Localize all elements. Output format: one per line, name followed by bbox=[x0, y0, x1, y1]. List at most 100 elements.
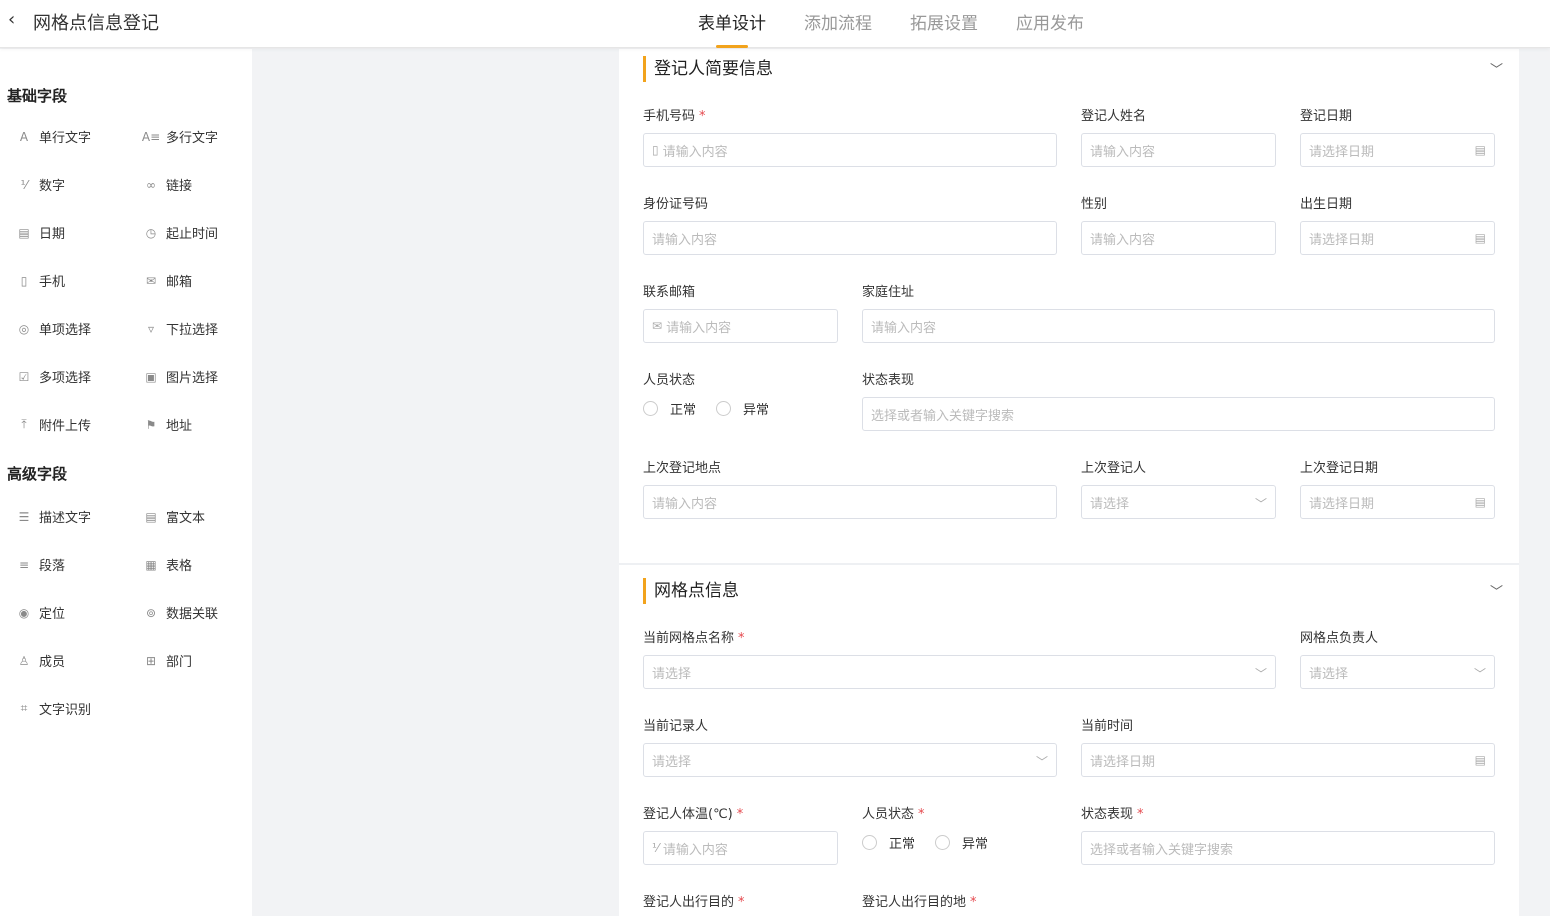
field-label-status-desc: 状态表现 bbox=[862, 373, 915, 388]
field-palette: 基础字段 A 单行文字 A≡ 多行文字 ⅟ 数字 ∞ 链接 ▤ 日期 ◷ 起止时间 ▯ 手机 … bbox=[0, 49, 252, 916]
field-label-last-date: 上次登记日期 bbox=[1300, 461, 1379, 476]
number-icon: ⅟ bbox=[20, 177, 28, 192]
chevron-down-icon: ﹀ bbox=[1254, 667, 1267, 681]
chevron-down-icon: ﹀ bbox=[1473, 667, 1486, 681]
field-item-phone[interactable]: ▯ 手机 bbox=[17, 271, 65, 291]
field-item-location[interactable]: ◉ 定位 bbox=[17, 603, 65, 623]
description-icon: ☰ bbox=[18, 509, 30, 524]
field-label-phone: 手机号码 * bbox=[643, 109, 706, 124]
recorder-select[interactable]: 请选择 ﹀ bbox=[643, 743, 1057, 777]
upload-icon: ⤒ bbox=[21, 417, 27, 431]
advanced-fields-title: 高级字段 bbox=[7, 465, 68, 483]
grid-owner-select[interactable]: 请选择 ﹀ bbox=[1300, 655, 1495, 689]
basic-fields-title: 基础字段 bbox=[7, 87, 68, 105]
field-item-number[interactable]: ⅟ 数字 bbox=[17, 175, 65, 195]
status2-radio-normal[interactable] bbox=[862, 835, 877, 850]
chevron-down-icon[interactable]: ﹀ bbox=[1490, 581, 1503, 600]
app-title: 网格点信息登记 bbox=[33, 13, 159, 34]
field-item-ocr[interactable]: ⌗ 文字识别 bbox=[17, 699, 91, 718]
image-icon: ▣ bbox=[145, 369, 157, 384]
field-label-last-place: 上次登记地点 bbox=[643, 461, 722, 476]
dropdown-icon: ▿ bbox=[147, 321, 155, 336]
gender-input[interactable]: 请输入内容 bbox=[1081, 221, 1276, 255]
field-item-checkbox[interactable]: ☑ 多项选择 bbox=[17, 367, 91, 387]
name-input[interactable]: 请输入内容 bbox=[1081, 133, 1276, 167]
location-pin-icon: ◉ bbox=[18, 605, 30, 620]
field-item-table[interactable]: ▦ 表格 bbox=[144, 555, 192, 575]
field-label-grid-name: 当前网格点名称 * bbox=[643, 631, 745, 646]
data-link-icon: ⊚ bbox=[145, 605, 157, 620]
field-label-email: 联系邮箱 bbox=[643, 285, 696, 300]
cur-time-picker[interactable]: 请选择日期 ▤ bbox=[1081, 743, 1495, 777]
field-item-description[interactable]: ☰ 描述文字 bbox=[17, 507, 91, 527]
user-icon: ♙ bbox=[18, 653, 30, 668]
field-item-link[interactable]: ∞ 链接 bbox=[144, 175, 192, 195]
field-item-address[interactable]: ⚑ 地址 bbox=[144, 415, 192, 435]
field-item-radio[interactable]: ◎ 单项选择 bbox=[17, 319, 91, 339]
field-item-rich-text[interactable]: ▤ 富文本 bbox=[144, 507, 205, 527]
field-item-date[interactable]: ▤ 日期 bbox=[17, 223, 65, 243]
status-radio-abnormal[interactable] bbox=[716, 401, 732, 416]
grid-name-select[interactable]: 请选择 ﹀ bbox=[643, 655, 1276, 689]
form-canvas: 登记人简要信息 ﹀ 手机号码 * ▯ 请输入内容 登记人姓名 请输入内容 登记日期 … bbox=[619, 49, 1519, 916]
single-line-text-icon: A bbox=[19, 129, 29, 144]
field-item-data-link[interactable]: ⊚ 数据关联 bbox=[144, 603, 218, 623]
field-item-department[interactable]: ⊞ 部门 bbox=[144, 651, 192, 671]
top-bar: ‹ 网格点信息登记 表单设计 添加流程 拓展设置 应用发布 bbox=[0, 0, 1550, 48]
org-chart-icon: ⊞ bbox=[145, 653, 157, 668]
chevron-left-icon[interactable]: ‹ bbox=[8, 9, 15, 30]
field-item-multi-line-text[interactable]: A≡ 多行文字 bbox=[141, 127, 218, 147]
field-label-recorder: 当前记录人 bbox=[643, 719, 709, 734]
email-input[interactable]: ✉ 请输入内容 bbox=[643, 309, 838, 343]
field-label-address: 家庭住址 bbox=[862, 285, 915, 300]
field-item-paragraph[interactable]: ≡ 段落 bbox=[17, 555, 65, 575]
status-radio-group: 正常 异常 bbox=[643, 399, 789, 418]
phone-input[interactable]: ▯ 请输入内容 bbox=[643, 133, 1057, 167]
reg-date-picker[interactable]: 请选择日期 ▤ bbox=[1300, 133, 1495, 167]
field-label-id-no: 身份证号码 bbox=[643, 197, 709, 212]
field-label-gender: 性别 bbox=[1081, 197, 1108, 212]
field-label-grid-owner: 网格点负责人 bbox=[1300, 631, 1379, 646]
tab-extend-settings[interactable]: 拓展设置 bbox=[910, 9, 978, 48]
field-label-temp: 登记人体温(℃) * bbox=[643, 807, 744, 822]
tab-form-design[interactable]: 表单设计 bbox=[698, 9, 766, 48]
field-label-status-desc2: 状态表现 * bbox=[1081, 807, 1144, 822]
address-input[interactable]: 请输入内容 bbox=[862, 309, 1495, 343]
field-label-cur-time: 当前时间 bbox=[1081, 719, 1134, 734]
chevron-down-icon: ﹀ bbox=[1254, 497, 1267, 511]
id-no-input[interactable]: 请输入内容 bbox=[643, 221, 1057, 255]
section-divider bbox=[619, 563, 1519, 565]
tab-add-flow[interactable]: 添加流程 bbox=[804, 9, 872, 48]
status-radio-normal[interactable] bbox=[643, 401, 658, 416]
field-label-birth: 出生日期 bbox=[1300, 197, 1353, 212]
temp-input[interactable]: ⅟ 请输入内容 bbox=[643, 831, 838, 865]
last-place-input[interactable]: 请输入内容 bbox=[643, 485, 1057, 519]
calendar-icon: ▤ bbox=[1474, 753, 1486, 767]
last-date-picker[interactable]: 请选择日期 ▤ bbox=[1300, 485, 1495, 519]
field-item-member[interactable]: ♙ 成员 bbox=[17, 651, 65, 671]
field-label-purpose: 登记人出行目的 * bbox=[643, 895, 745, 910]
multi-line-text-icon: A≡ bbox=[141, 129, 161, 144]
status-desc-select[interactable]: 选择或者输入关键字搜索 bbox=[862, 397, 1495, 431]
field-label-last-person: 上次登记人 bbox=[1081, 461, 1147, 476]
field-item-time-range[interactable]: ◷ 起止时间 bbox=[144, 223, 218, 243]
chevron-down-icon[interactable]: ﹀ bbox=[1490, 59, 1503, 78]
phone-icon: ▯ bbox=[652, 143, 659, 157]
tabs: 表单设计 添加流程 拓展设置 应用发布 bbox=[698, 9, 1122, 48]
field-item-upload[interactable]: ⤒ 附件上传 bbox=[17, 415, 91, 434]
status-desc2-select[interactable]: 选择或者输入关键字搜索 bbox=[1081, 831, 1495, 865]
field-item-dropdown[interactable]: ▿ 下拉选择 bbox=[144, 319, 218, 339]
birth-date-picker[interactable]: 请选择日期 ▤ bbox=[1300, 221, 1495, 255]
calendar-icon: ▤ bbox=[18, 225, 30, 240]
table-icon: ▦ bbox=[145, 557, 157, 572]
checkbox-icon: ☑ bbox=[18, 369, 30, 384]
status2-radio-group: 正常 异常 bbox=[862, 833, 1008, 852]
field-item-image[interactable]: ▣ 图片选择 bbox=[144, 367, 218, 387]
calendar-icon: ▤ bbox=[1474, 231, 1486, 245]
field-item-single-line-text[interactable]: A 单行文字 bbox=[17, 127, 91, 147]
last-person-select[interactable]: 请选择 ﹀ bbox=[1081, 485, 1276, 519]
status2-radio-abnormal[interactable] bbox=[935, 835, 951, 850]
ocr-scan-icon: ⌗ bbox=[20, 701, 28, 715]
tab-publish[interactable]: 应用发布 bbox=[1016, 9, 1084, 48]
field-item-mail[interactable]: ✉ 邮箱 bbox=[144, 271, 192, 291]
